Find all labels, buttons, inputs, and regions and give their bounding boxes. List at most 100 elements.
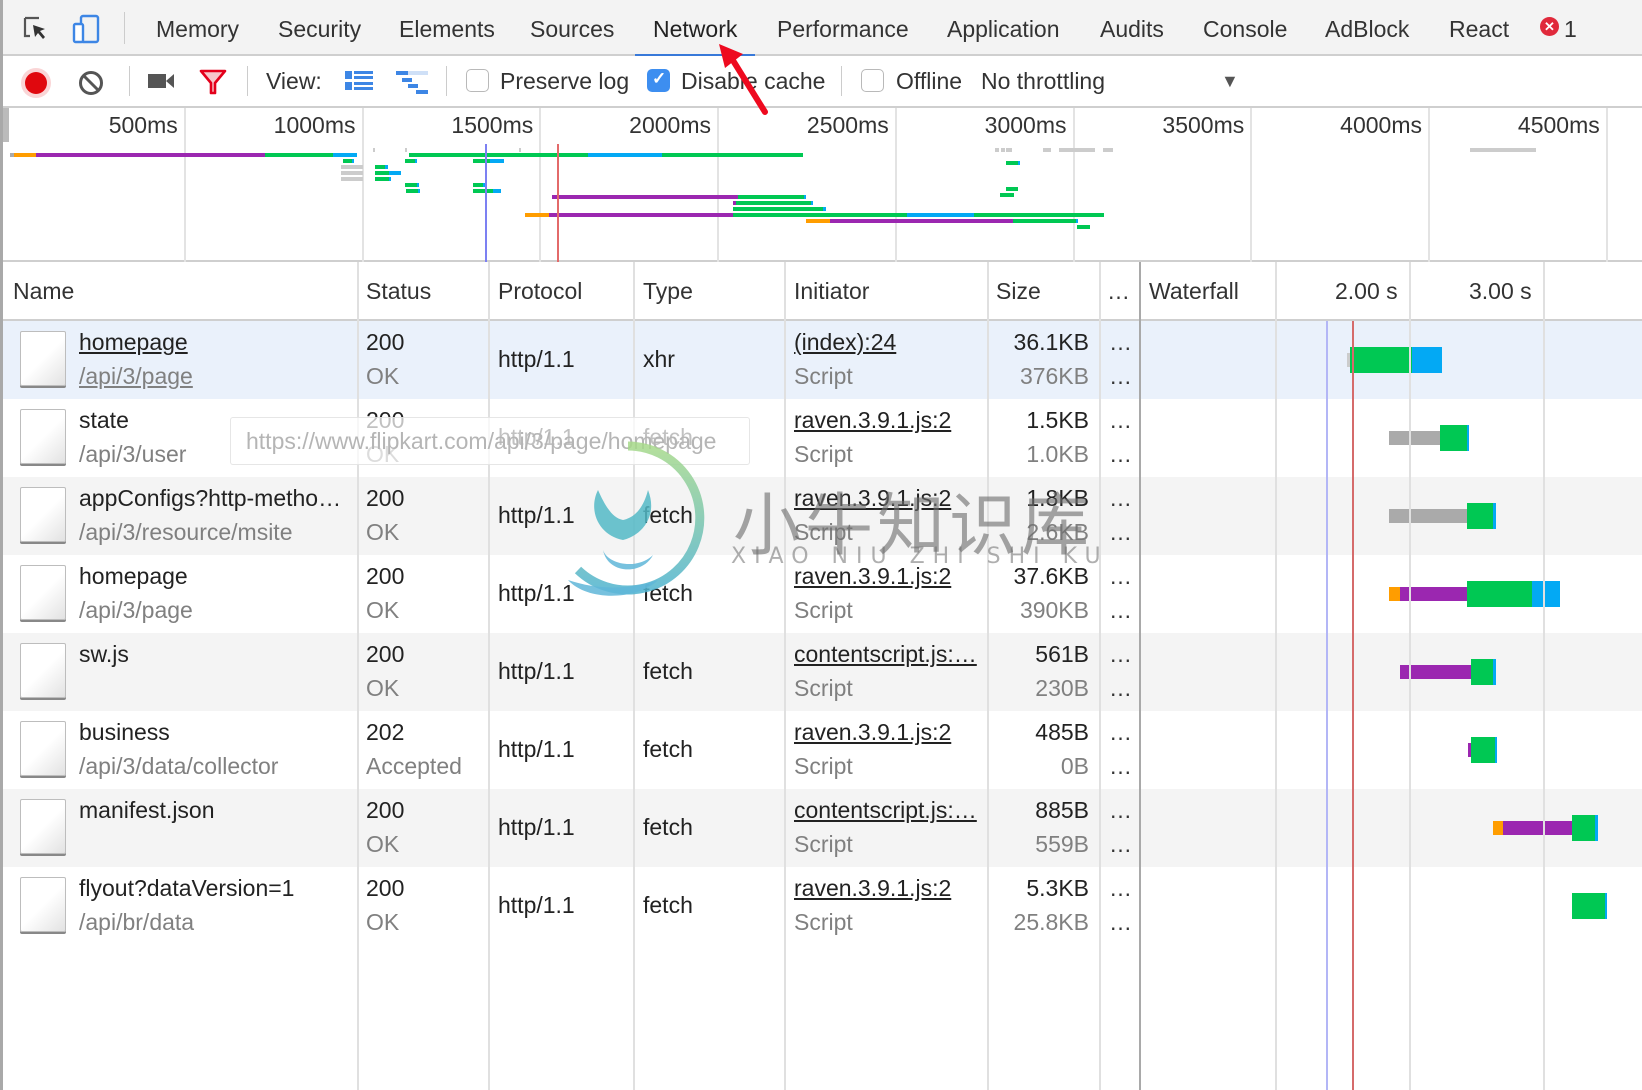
column-divider[interactable] (357, 262, 359, 1090)
resource-size: 1.0KB (1026, 441, 1089, 467)
initiator-link[interactable]: raven.3.9.1.js:2 (794, 407, 982, 434)
overview-icon[interactable] (396, 70, 430, 94)
protocol: http/1.1 (498, 892, 575, 918)
filter-icon[interactable] (199, 68, 227, 96)
column-header-status[interactable]: Status (366, 262, 431, 321)
column-header-protocol[interactable]: Protocol (498, 262, 582, 321)
column-divider[interactable] (1099, 262, 1101, 1090)
record-icon[interactable] (19, 66, 53, 100)
column-header-name[interactable]: Name (13, 262, 74, 321)
table-row[interactable]: business/api/3/data/collector 202 Accepted… (3, 711, 1642, 789)
initiator-type: Script (794, 597, 853, 623)
table-header: Name Status Protocol Type Initiator Size… (3, 262, 1642, 321)
tab-security[interactable]: Security (278, 0, 361, 56)
column-header-more[interactable]: … (1107, 262, 1130, 321)
overview-request-bar (552, 195, 738, 199)
column-header-size[interactable]: Size (996, 262, 1041, 321)
video-camera-icon[interactable] (147, 71, 175, 91)
tab-elements[interactable]: Elements (399, 0, 495, 56)
error-icon[interactable]: ✕ (1540, 17, 1559, 36)
table-row[interactable]: homepage/api/3/page 200 OK http/1.1 xhr (inde… (3, 321, 1642, 399)
request-type: fetch (643, 814, 693, 840)
resource-size: 0B (1060, 753, 1089, 779)
overview-request-bar (1077, 225, 1090, 229)
table-row[interactable]: sw.js 200 OK http/1.1 fetch contentscript.js:… (3, 633, 1642, 711)
overview-request-bar (549, 213, 733, 217)
request-name[interactable]: flyout?dataVersion=1 (79, 875, 351, 902)
waterfall-dns-bar (1388, 587, 1400, 601)
request-name[interactable]: homepage (79, 329, 351, 356)
overview-request-bar (736, 201, 811, 205)
status-text: OK (366, 675, 400, 701)
column-divider[interactable] (488, 262, 490, 1090)
request-name[interactable]: homepage (79, 563, 351, 590)
protocol: http/1.1 (498, 814, 575, 840)
url-tooltip: https://www.flipkart.com/api/3/page/home… (230, 417, 750, 465)
file-icon (20, 487, 66, 542)
waterfall-wait-bar (1466, 581, 1533, 607)
overview-handle[interactable] (3, 108, 9, 142)
resource-size: 390KB (1019, 597, 1089, 623)
column-divider[interactable] (1139, 262, 1141, 1090)
tab-sources[interactable]: Sources (530, 0, 614, 56)
preserve-log-label[interactable]: Preserve log (500, 56, 629, 106)
overview-request-bar (473, 183, 483, 187)
table-row[interactable]: manifest.json 200 OK http/1.1 fetch contentsc… (3, 789, 1642, 867)
status-text: OK (366, 519, 400, 545)
overview-request-bar (418, 189, 420, 193)
clear-icon[interactable] (77, 69, 105, 97)
column-divider[interactable] (784, 262, 786, 1090)
overview-request-bar (804, 195, 806, 199)
initiator-link[interactable]: raven.3.9.1.js:2 (794, 875, 982, 902)
divider (446, 66, 447, 96)
table-row[interactable]: flyout?dataVersion=1/api/br/data 200 OK htt… (3, 867, 1642, 945)
tab-adblock[interactable]: AdBlock (1325, 0, 1409, 56)
column-header-type[interactable]: Type (643, 262, 693, 321)
status-code: 200 (366, 329, 405, 355)
waterfall-connect-bar (1502, 821, 1573, 835)
tab-network[interactable]: Network (634, 0, 756, 57)
overview-request-bar (373, 148, 375, 152)
overview-request-bar (1001, 148, 1005, 152)
tab-react[interactable]: React (1449, 0, 1509, 56)
column-divider[interactable] (987, 262, 989, 1090)
disable-cache-label[interactable]: Disable cache (681, 56, 825, 106)
initiator-link[interactable]: raven.3.9.1.js:2 (794, 719, 982, 746)
tab-application[interactable]: Application (947, 0, 1060, 56)
request-name[interactable]: appConfigs?http-metho… (79, 485, 351, 512)
request-name[interactable]: manifest.json (79, 797, 351, 824)
network-overview-timeline[interactable]: 500ms 1000ms 1500ms 2000ms 2500ms 3000ms 3500m… (3, 108, 1642, 262)
error-count[interactable]: 1 (1564, 0, 1577, 58)
overview-request-bar (662, 153, 733, 157)
tab-memory[interactable]: Memory (156, 0, 239, 56)
more-cell: … (1109, 753, 1132, 779)
initiator-link[interactable]: (index):24 (794, 329, 982, 356)
disable-cache-checkbox[interactable] (647, 69, 670, 92)
request-name[interactable]: sw.js (79, 641, 351, 668)
status-code: 200 (366, 797, 405, 823)
initiator-type: Script (794, 753, 853, 779)
large-rows-icon[interactable] (345, 71, 373, 91)
column-header-initiator[interactable]: Initiator (794, 262, 869, 321)
waterfall-wait-bar (1470, 737, 1495, 763)
request-name[interactable]: business (79, 719, 351, 746)
offline-label[interactable]: Offline (896, 56, 962, 106)
request-type: fetch (643, 736, 693, 762)
throttling-select[interactable]: No throttling (981, 56, 1105, 106)
tab-audits[interactable]: Audits (1100, 0, 1164, 56)
overview-request-bar (525, 213, 549, 217)
initiator-link[interactable]: contentscript.js:… (794, 641, 982, 668)
overview-request-bar (733, 207, 823, 211)
column-divider[interactable] (633, 262, 635, 1090)
preserve-log-checkbox[interactable] (466, 69, 489, 92)
device-toolbar-icon[interactable] (71, 14, 101, 44)
inspect-element-icon[interactable] (21, 14, 51, 44)
tab-console[interactable]: Console (1203, 0, 1287, 56)
overview-request-bar (341, 165, 363, 169)
tab-performance[interactable]: Performance (777, 0, 909, 56)
column-header-waterfall[interactable]: Waterfall (1149, 262, 1239, 321)
overview-request-bar (995, 148, 999, 152)
initiator-link[interactable]: contentscript.js:… (794, 797, 982, 824)
throttling-caret-icon[interactable]: ▼ (1221, 56, 1239, 106)
offline-checkbox[interactable] (861, 69, 884, 92)
